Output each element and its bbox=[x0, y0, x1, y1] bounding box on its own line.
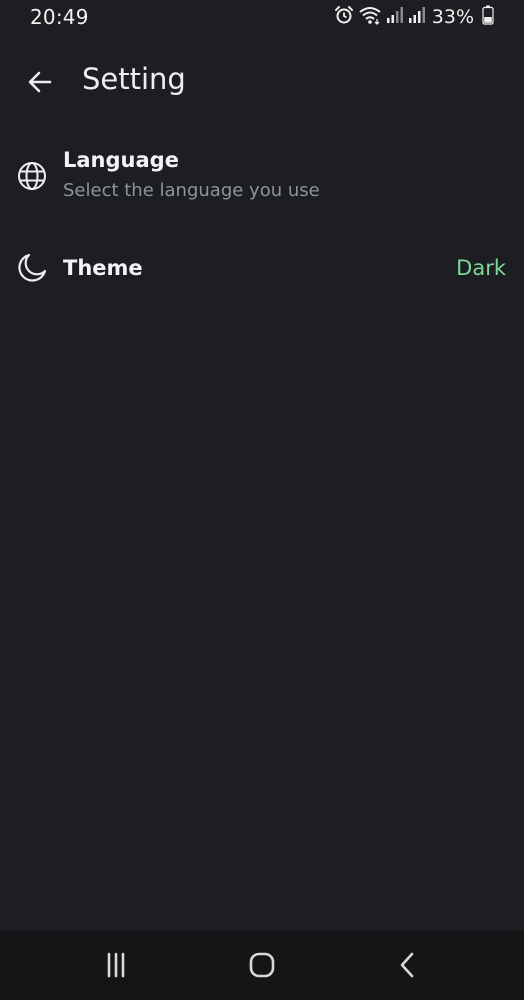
language-subtitle: Select the language you use bbox=[63, 180, 320, 201]
signal-icon bbox=[386, 6, 404, 28]
language-title: Language bbox=[63, 148, 179, 172]
arrow-left-icon bbox=[28, 71, 52, 93]
page-title: Setting bbox=[82, 62, 186, 96]
home-icon bbox=[249, 952, 275, 978]
globe-icon bbox=[18, 162, 46, 190]
nav-back-button[interactable] bbox=[388, 948, 428, 982]
setting-item-language[interactable]: Language Select the language you use bbox=[0, 140, 524, 216]
battery-percent: 33% bbox=[431, 6, 474, 28]
app-bar: Setting bbox=[0, 52, 524, 112]
theme-title: Theme bbox=[63, 256, 143, 280]
signal-icon bbox=[408, 6, 426, 28]
status-icons: 33% bbox=[330, 5, 494, 29]
status-bar: 20:49 33% bbox=[0, 0, 524, 36]
moon-icon bbox=[18, 253, 47, 282]
system-nav-bar bbox=[0, 930, 524, 1000]
wifi-icon bbox=[358, 5, 382, 29]
status-time: 20:49 bbox=[30, 5, 89, 29]
recents-icon bbox=[107, 952, 125, 978]
battery-icon bbox=[482, 5, 494, 29]
recents-button[interactable] bbox=[96, 948, 136, 982]
home-button[interactable] bbox=[242, 948, 282, 982]
back-icon bbox=[400, 952, 414, 978]
back-button[interactable] bbox=[22, 64, 58, 100]
setting-item-theme[interactable]: Theme Dark bbox=[0, 236, 524, 302]
theme-value[interactable]: Dark bbox=[456, 256, 506, 280]
alarm-icon bbox=[334, 5, 354, 29]
